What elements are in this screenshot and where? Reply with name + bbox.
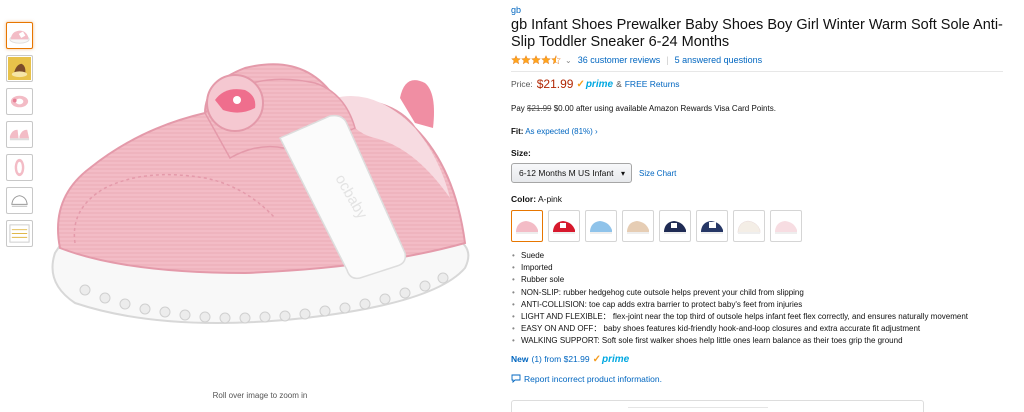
- swatch-pink[interactable]: [511, 210, 543, 242]
- rewards-text: $0.00 after using available Amazon Rewar…: [553, 104, 776, 113]
- swatch-red[interactable]: [548, 210, 580, 242]
- star-rating[interactable]: [511, 55, 561, 65]
- fit-info: Fit: As expected (81%) ›: [511, 127, 1011, 136]
- free-returns-link[interactable]: FREE Returns: [625, 79, 680, 89]
- thumbnail-strip: [6, 22, 34, 253]
- feature-bullets: Suede Imported Rubber sole NON-SLIP: rub…: [511, 250, 1011, 348]
- swatch-cream[interactable]: [733, 210, 765, 242]
- rewards-old-price: $21.99: [527, 104, 552, 113]
- zoom-hint: Roll over image to zoom in: [212, 391, 308, 400]
- size-dropdown[interactable]: 6-12 Months M US Infant ▾: [511, 163, 632, 183]
- ampersand: &: [616, 79, 622, 89]
- light-pink-shoe-icon: [775, 221, 797, 234]
- star-half-icon: [551, 55, 561, 65]
- rating-row: ⌄ 36 customer reviews | 5 answered quest…: [511, 54, 1011, 66]
- new-offers-link[interactable]: (1) from $21.99: [531, 354, 589, 364]
- star-full-icon: [531, 55, 541, 65]
- size-label: Size:: [511, 148, 531, 158]
- thumbnail-2[interactable]: [6, 55, 33, 82]
- color-swatches: [511, 210, 1011, 242]
- cream-shoe-icon: [737, 220, 761, 234]
- answered-questions-link[interactable]: 5 answered questions: [675, 55, 763, 65]
- new-offers-label[interactable]: New: [511, 354, 528, 364]
- shoe-pair-icon: [9, 129, 30, 141]
- rewards-pay: Pay: [511, 104, 525, 113]
- color-label-text: Color:: [511, 194, 537, 204]
- pink-shoe-icon: [9, 30, 30, 44]
- color-value: A-pink: [537, 194, 563, 204]
- price-value: $21.99: [536, 77, 574, 91]
- speech-bubble-icon: [511, 374, 521, 384]
- list-item: EASY ON AND OFF： baby shoes features kid…: [511, 323, 1011, 335]
- list-item: LIGHT AND FLEXIBLE： flex-joint near the …: [511, 311, 1011, 323]
- prime-check-icon: ✓: [576, 78, 585, 90]
- fit-value-link[interactable]: As expected (81%): [525, 127, 593, 136]
- pink-shoe-icon: [516, 221, 538, 234]
- prime-badge[interactable]: ✓ prime: [576, 79, 613, 90]
- swatch-light-blue[interactable]: [585, 210, 617, 242]
- blue-shoe-icon: [590, 221, 612, 234]
- thumbnail-7[interactable]: [6, 220, 33, 247]
- divider: [511, 71, 1003, 72]
- navy-white-shoe-icon: [701, 221, 723, 234]
- divider: [628, 407, 768, 408]
- shoe-sole-icon: [14, 158, 25, 177]
- list-item: Rubber sole: [511, 274, 1011, 286]
- swatch-navy-white[interactable]: [696, 210, 728, 242]
- star-full-icon: [511, 55, 521, 65]
- thumbnail-4[interactable]: [6, 121, 33, 148]
- fit-arrow-icon[interactable]: ›: [595, 127, 598, 136]
- shoe-top-icon: [10, 95, 29, 108]
- color-label: Color: A-pink: [511, 194, 1011, 204]
- price-label: Price:: [511, 79, 533, 89]
- main-product-image[interactable]: ocbaby: [45, 28, 485, 348]
- report-link[interactable]: Report incorrect product information.: [524, 374, 662, 384]
- prime-check-icon: ✓: [592, 353, 601, 365]
- size-row: 6-12 Months M US Infant ▾ Size Chart: [511, 163, 1011, 183]
- bottom-panel: [511, 400, 924, 412]
- list-item: Imported: [511, 262, 1011, 274]
- swatch-beige[interactable]: [622, 210, 654, 242]
- new-offers-row: New (1) from $21.99 ✓ prime: [511, 354, 1011, 365]
- navy-shoe-icon: [664, 221, 686, 234]
- report-info-row[interactable]: Report incorrect product information.: [511, 374, 1011, 384]
- separator: |: [666, 55, 669, 65]
- yellow-shoe-icon: [8, 57, 31, 80]
- list-item: ANTI-COLLISION: toe cap adds extra barri…: [511, 299, 1011, 311]
- list-item: Suede: [511, 250, 1011, 262]
- chevron-down-icon: ▾: [620, 168, 625, 178]
- size-selected-value: 6-12 Months M US Infant: [519, 168, 614, 178]
- shoe-outline-icon: [11, 195, 28, 207]
- swatch-navy[interactable]: [659, 210, 691, 242]
- star-full-icon: [541, 55, 551, 65]
- star-full-icon: [521, 55, 531, 65]
- brand-link[interactable]: gb: [511, 5, 1011, 16]
- thumbnail-5[interactable]: [6, 154, 33, 181]
- chevron-down-icon[interactable]: ⌄: [565, 56, 572, 65]
- price-row: Price: $21.99 ✓ prime & FREE Returns: [511, 77, 1011, 91]
- size-chart-link[interactable]: Size Chart: [639, 169, 676, 178]
- fit-label: Fit:: [511, 127, 524, 136]
- swatch-light-pink[interactable]: [770, 210, 802, 242]
- size-chart-icon: [9, 224, 30, 243]
- customer-reviews-link[interactable]: 36 customer reviews: [578, 55, 661, 65]
- thumbnail-6[interactable]: [6, 187, 33, 214]
- thumbnail-1[interactable]: [6, 22, 33, 49]
- pink-shoe-illustration: ocbaby: [51, 63, 470, 324]
- product-title: gb Infant Shoes Prewalker Baby Shoes Boy…: [511, 17, 1003, 50]
- product-details: gb gb Infant Shoes Prewalker Baby Shoes …: [511, 5, 1011, 384]
- prime-badge: ✓ prime: [592, 353, 630, 365]
- list-item: NON-SLIP: rubber hedgehog cute outsole h…: [511, 287, 1011, 299]
- red-shoe-icon: [553, 221, 575, 234]
- beige-shoe-icon: [627, 221, 649, 234]
- thumbnail-3[interactable]: [6, 88, 33, 115]
- list-item: WALKING SUPPORT: Soft sole first walker …: [511, 335, 1011, 347]
- rewards-offer: Pay $21.99 $0.00 after using available A…: [511, 104, 1011, 113]
